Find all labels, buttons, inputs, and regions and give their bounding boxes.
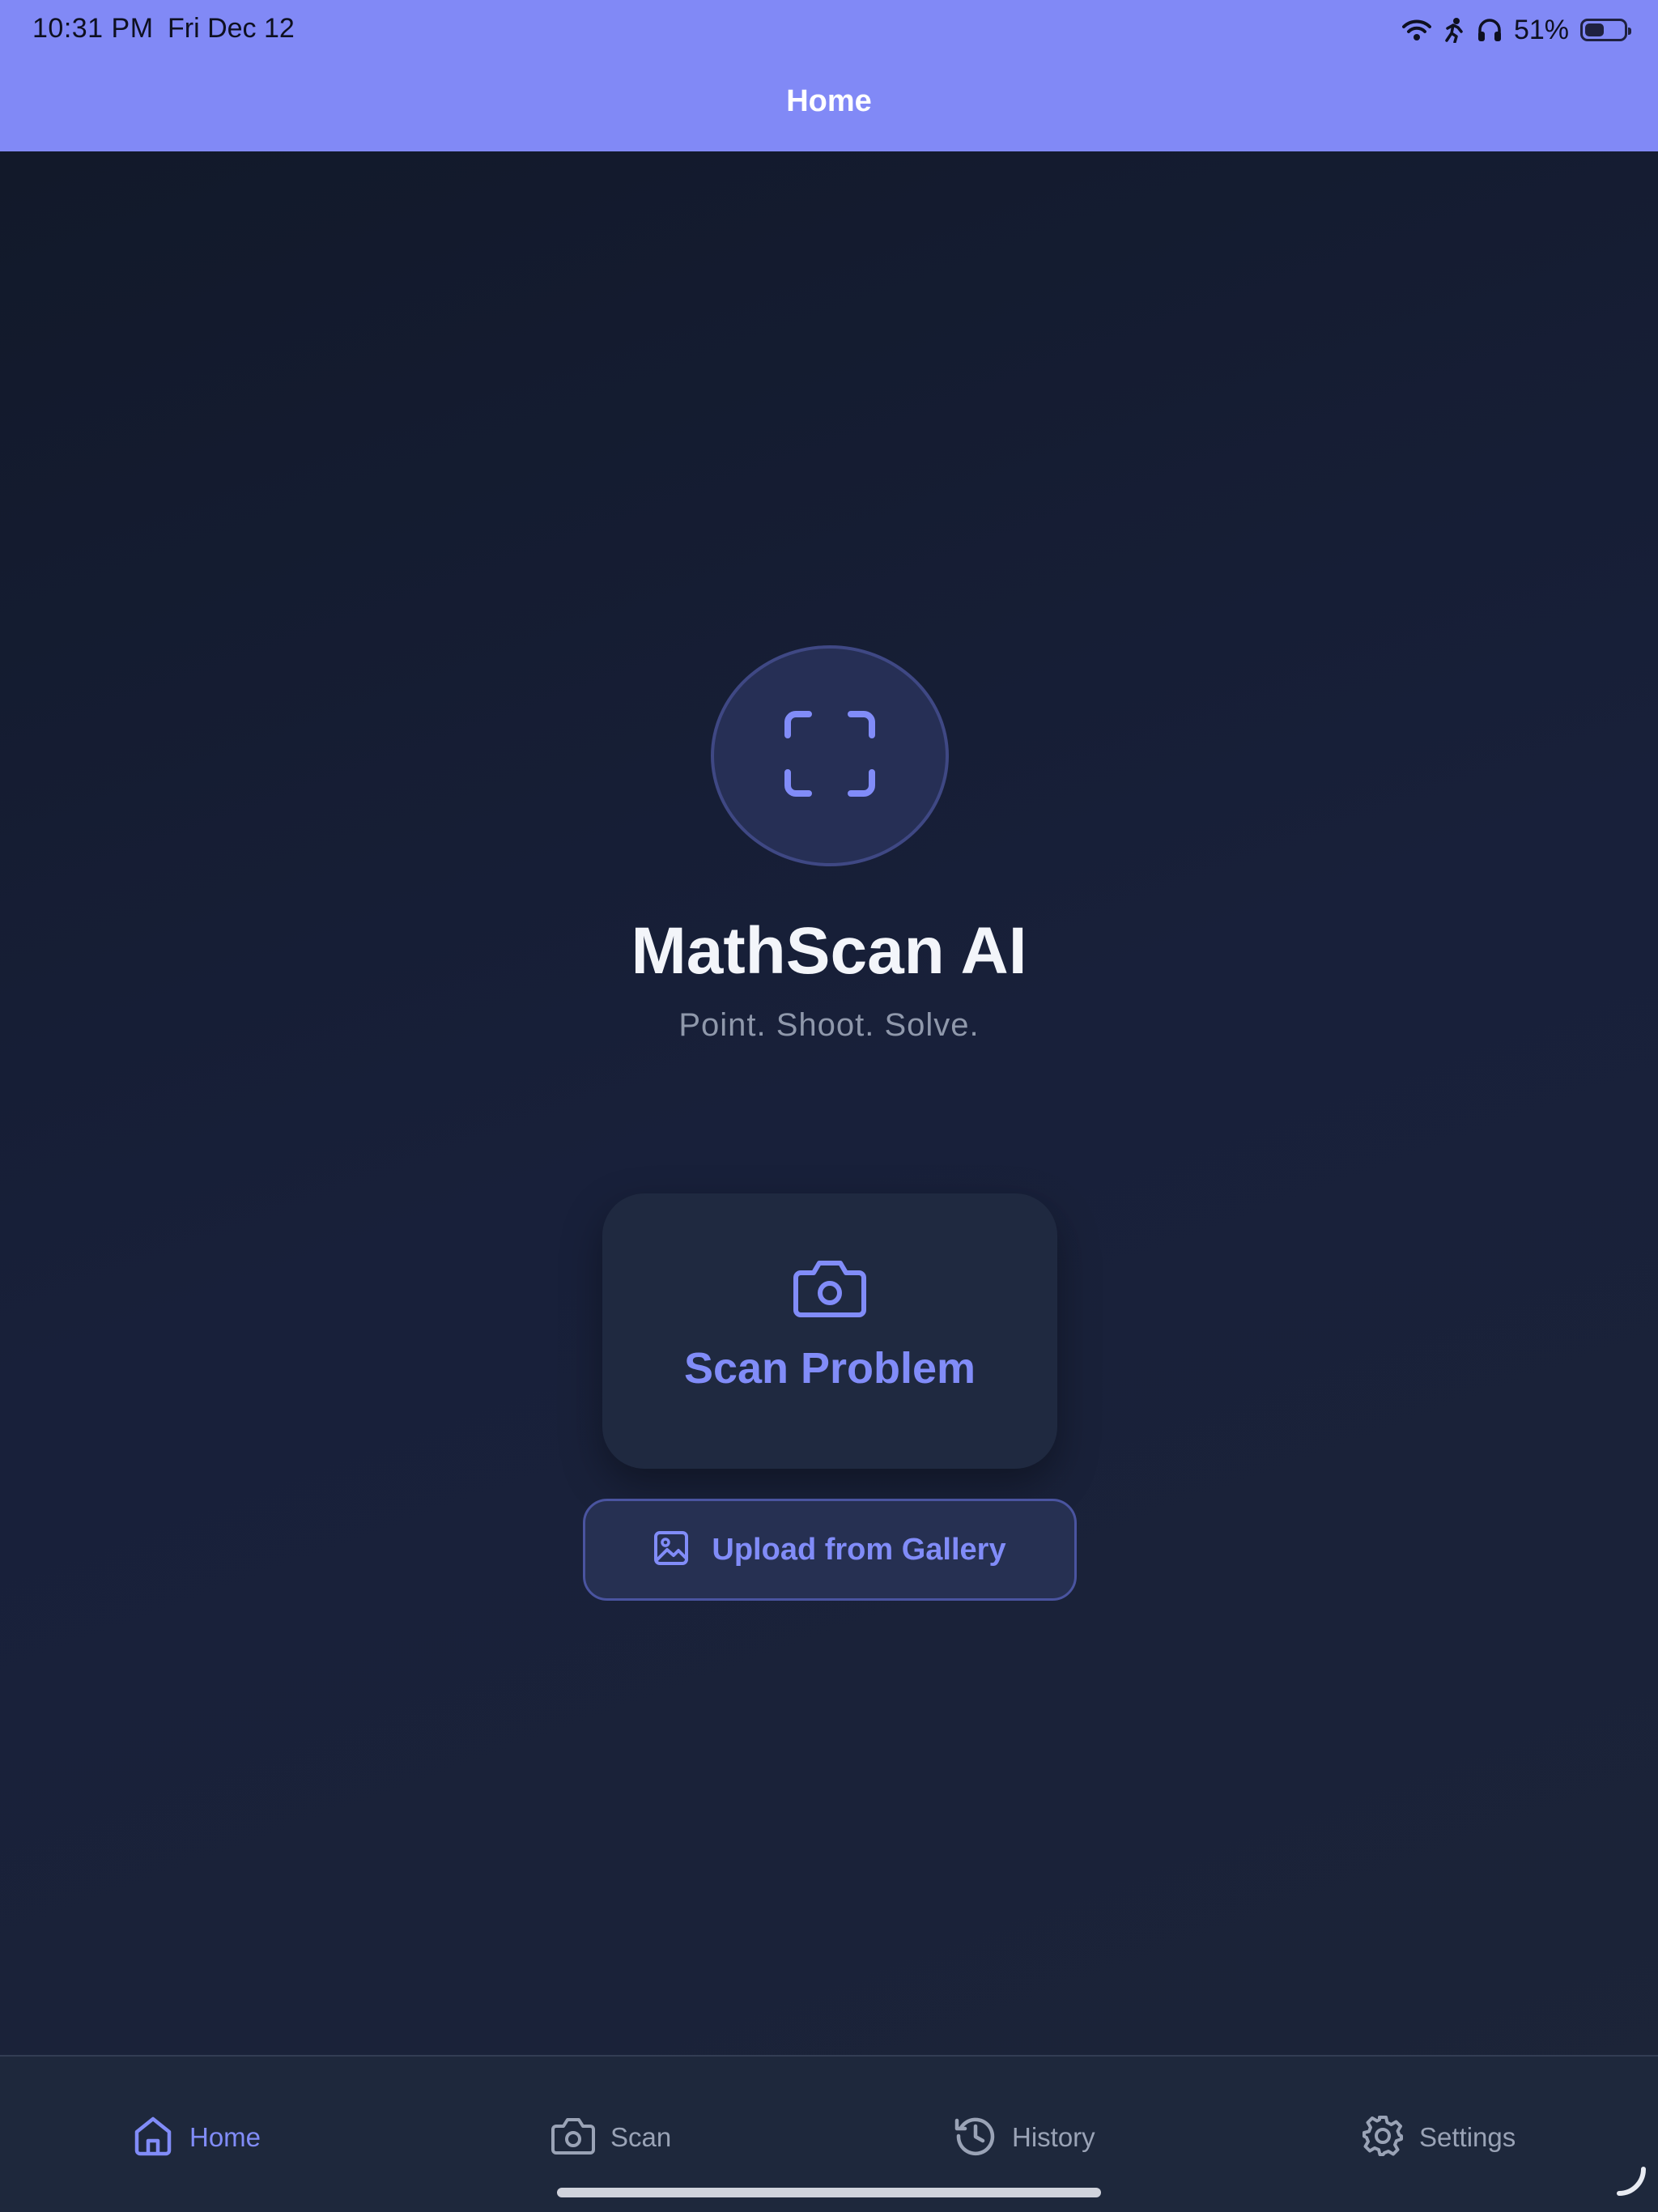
tab-home[interactable]: Home [131, 2113, 261, 2162]
tab-history[interactable]: History [954, 2113, 1095, 2162]
tab-scan[interactable]: Scan [551, 2113, 671, 2162]
tab-home-label: Home [189, 2122, 261, 2152]
headphones-icon [1477, 18, 1503, 42]
scan-problem-button[interactable]: Scan Problem [602, 1193, 1057, 1469]
camera-icon [793, 1258, 867, 1322]
home-indicator [557, 2188, 1101, 2197]
home-icon [131, 2114, 175, 2162]
image-icon [653, 1530, 689, 1570]
app-screen: 10:31 PM Fri Dec 12 51% Home MathScan AI… [0, 0, 1658, 2212]
wifi-icon [1401, 18, 1431, 42]
scan-frame-icon [783, 709, 877, 802]
upload-from-gallery-label: Upload from Gallery [712, 1532, 1006, 1567]
tab-history-label: History [1012, 2122, 1095, 2152]
activity-icon [1443, 17, 1465, 43]
app-title: MathScan AI [631, 914, 1027, 988]
camera-icon [551, 2116, 596, 2159]
scan-problem-label: Scan Problem [683, 1344, 976, 1393]
battery-percent: 51% [1513, 14, 1569, 45]
gear-icon [1361, 2114, 1405, 2162]
header-bar: 10:31 PM Fri Dec 12 51% Home [0, 0, 1658, 151]
tagline: Point. Shoot. Solve. [678, 1007, 980, 1043]
app-logo [711, 645, 949, 866]
page-title: Home [786, 84, 872, 118]
upload-from-gallery-button[interactable]: Upload from Gallery [583, 1499, 1077, 1601]
status-date: Fri Dec 12 [168, 13, 295, 44]
tab-scan-label: Scan [610, 2122, 672, 2152]
status-indicators: 51% [1401, 11, 1631, 49]
history-icon [954, 2114, 997, 2162]
battery-level [1585, 23, 1605, 36]
status-time: 10:31 PM [32, 13, 154, 44]
battery-icon [1580, 19, 1631, 41]
tab-settings[interactable]: Settings [1361, 2113, 1516, 2162]
tab-settings-label: Settings [1419, 2122, 1516, 2152]
corner-curve-icon [1614, 2164, 1647, 2201]
